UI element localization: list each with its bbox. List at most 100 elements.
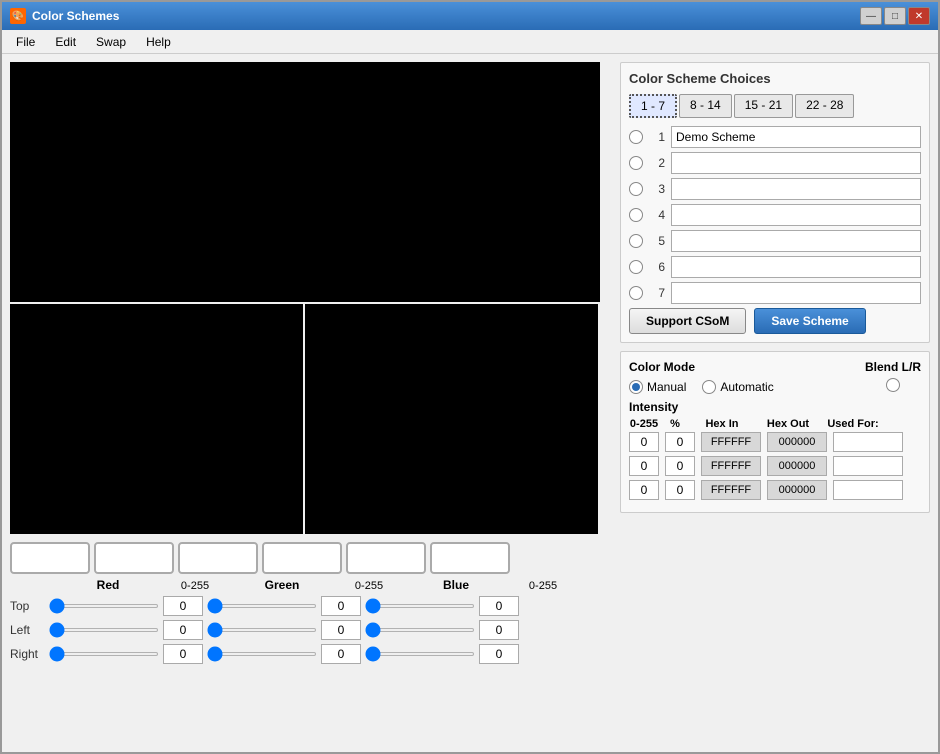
scheme-radio-6[interactable]: [629, 260, 643, 274]
scheme-radio-7[interactable]: [629, 286, 643, 300]
tab-1-7[interactable]: 1 - 7: [629, 94, 677, 118]
used-for-1[interactable]: [833, 432, 903, 452]
scheme-row-6: 6: [629, 256, 921, 278]
swatch-2[interactable]: [94, 542, 174, 574]
scheme-num-4: 4: [649, 208, 665, 222]
hex-out-3[interactable]: [767, 480, 827, 500]
manual-radio[interactable]: [629, 380, 643, 394]
tab-15-21[interactable]: 15 - 21: [734, 94, 793, 118]
preview-top: [10, 62, 600, 302]
blend-radio[interactable]: [886, 378, 900, 392]
scheme-input-7[interactable]: [671, 282, 921, 304]
right-blue-input[interactable]: [479, 644, 519, 664]
scheme-radio-3[interactable]: [629, 182, 643, 196]
scheme-section: Color Scheme Choices 1 - 7 8 - 14 15 - 2…: [620, 62, 930, 343]
blend-label: Blend L/R: [865, 360, 921, 374]
intensity-section: Intensity 0-255 % Hex In Hex Out Used Fo…: [629, 400, 921, 500]
menu-bar: File Edit Swap Help: [2, 30, 938, 54]
scheme-input-5[interactable]: [671, 230, 921, 252]
swatch-3[interactable]: [178, 542, 258, 574]
left-blue-slider[interactable]: [365, 628, 475, 632]
preview-area: [10, 62, 612, 534]
right-blue-slider[interactable]: [365, 652, 475, 656]
scheme-radio-4[interactable]: [629, 208, 643, 222]
hex-in-2[interactable]: [701, 456, 761, 476]
scheme-row-1: 1: [629, 126, 921, 148]
scheme-row-7: 7: [629, 282, 921, 304]
top-blue-input[interactable]: [479, 596, 519, 616]
tab-8-14[interactable]: 8 - 14: [679, 94, 732, 118]
save-scheme-button[interactable]: Save Scheme: [754, 308, 865, 334]
top-green-slider[interactable]: [207, 604, 317, 608]
top-control-row: Top: [10, 596, 612, 616]
top-green-input[interactable]: [321, 596, 361, 616]
col-hexout: Hex Out: [757, 418, 819, 430]
int-pct-1[interactable]: [665, 432, 695, 452]
manual-option[interactable]: Manual: [629, 380, 686, 394]
scheme-num-6: 6: [649, 260, 665, 274]
left-red-slider[interactable]: [49, 628, 159, 632]
int-255-3[interactable]: [629, 480, 659, 500]
left-red-input[interactable]: [163, 620, 203, 640]
top-red-input[interactable]: [163, 596, 203, 616]
right-green-input[interactable]: [321, 644, 361, 664]
color-swatches: [10, 542, 612, 574]
scheme-input-4[interactable]: [671, 204, 921, 226]
hex-out-1[interactable]: [767, 432, 827, 452]
swatch-4[interactable]: [262, 542, 342, 574]
int-pct-3[interactable]: [665, 480, 695, 500]
menu-swap[interactable]: Swap: [86, 33, 136, 51]
left-green-slider[interactable]: [207, 628, 317, 632]
scheme-input-6[interactable]: [671, 256, 921, 278]
scheme-row-4: 4: [629, 204, 921, 226]
tab-22-28[interactable]: 22 - 28: [795, 94, 854, 118]
mode-header-row: Color Mode Manual Automatic: [629, 360, 921, 394]
close-button[interactable]: ✕: [908, 7, 930, 25]
color-mode-group: Color Mode Manual Automatic: [629, 360, 774, 394]
menu-file[interactable]: File: [6, 33, 45, 51]
left-green-input[interactable]: [321, 620, 361, 640]
scheme-list: 1 2 3 4: [629, 126, 921, 304]
scheme-input-3[interactable]: [671, 178, 921, 200]
scheme-title: Color Scheme Choices: [629, 71, 921, 86]
hex-in-3[interactable]: [701, 480, 761, 500]
scheme-radio-5[interactable]: [629, 234, 643, 248]
swatch-5[interactable]: [346, 542, 426, 574]
color-mode-section: Color Mode Manual Automatic: [620, 351, 930, 513]
preview-bottom-right: [305, 304, 598, 534]
scheme-row-2: 2: [629, 152, 921, 174]
used-for-3[interactable]: [833, 480, 903, 500]
top-red-slider[interactable]: [49, 604, 159, 608]
scheme-radio-2[interactable]: [629, 156, 643, 170]
scheme-input-1[interactable]: [671, 126, 921, 148]
int-255-2[interactable]: [629, 456, 659, 476]
hex-out-2[interactable]: [767, 456, 827, 476]
right-red-slider[interactable]: [49, 652, 159, 656]
support-button[interactable]: Support CSoM: [629, 308, 746, 334]
right-green-slider[interactable]: [207, 652, 317, 656]
swatch-1[interactable]: [10, 542, 90, 574]
menu-help[interactable]: Help: [136, 33, 181, 51]
used-for-2[interactable]: [833, 456, 903, 476]
automatic-radio[interactable]: [702, 380, 716, 394]
color-mode-title: Color Mode: [629, 360, 774, 374]
top-blue-slider[interactable]: [365, 604, 475, 608]
right-red-input[interactable]: [163, 644, 203, 664]
hex-in-1[interactable]: [701, 432, 761, 452]
automatic-option[interactable]: Automatic: [702, 380, 773, 394]
int-255-1[interactable]: [629, 432, 659, 452]
scheme-input-2[interactable]: [671, 152, 921, 174]
minimize-button[interactable]: —: [860, 7, 882, 25]
menu-edit[interactable]: Edit: [45, 33, 86, 51]
scheme-radio-1[interactable]: [629, 130, 643, 144]
window-title: Color Schemes: [32, 9, 119, 23]
maximize-button[interactable]: □: [884, 7, 906, 25]
main-content: Red 0-255 Green 0-255 Blue 0-255: [2, 54, 938, 752]
int-pct-2[interactable]: [665, 456, 695, 476]
top-label: Top: [10, 599, 45, 613]
swatch-6[interactable]: [430, 542, 510, 574]
left-blue-input[interactable]: [479, 620, 519, 640]
col-0-255: 0-255: [629, 418, 659, 430]
title-buttons: — □ ✕: [860, 7, 930, 25]
automatic-label: Automatic: [720, 380, 773, 394]
